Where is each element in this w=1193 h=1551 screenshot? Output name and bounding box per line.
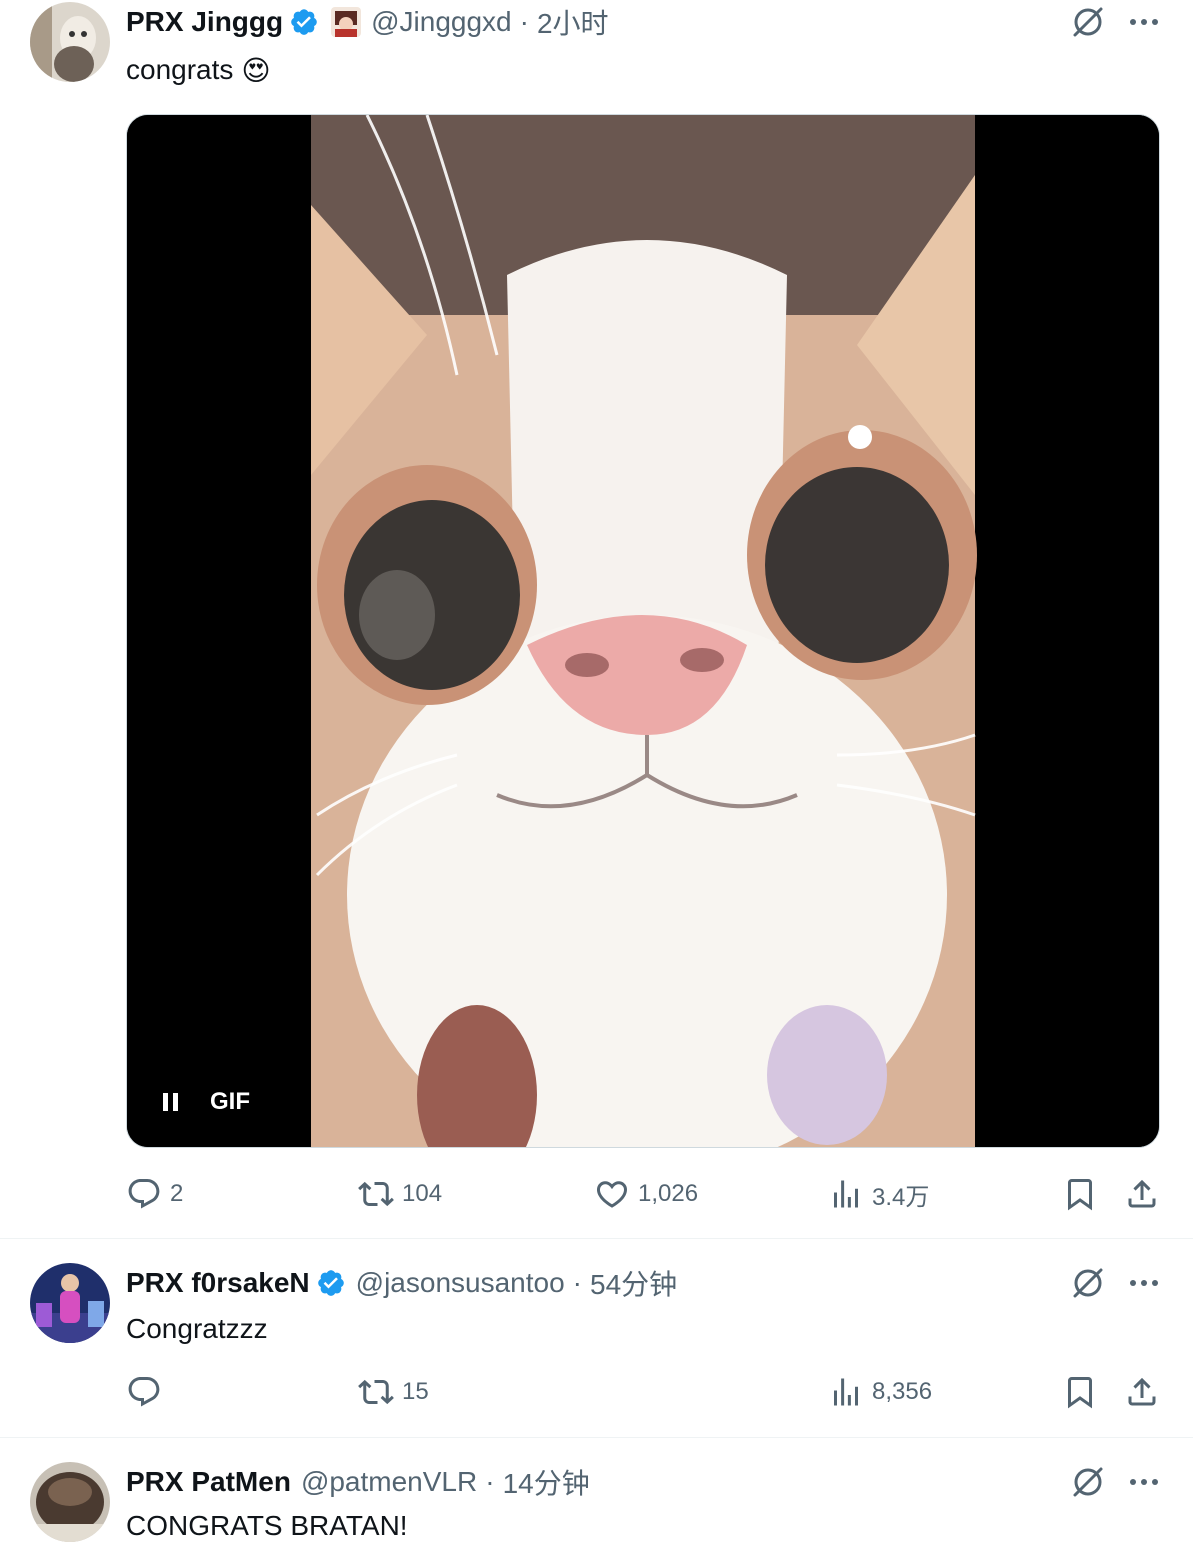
- reply-icon: [128, 1377, 160, 1407]
- share-button[interactable]: [1124, 1172, 1160, 1216]
- like-icon: [596, 1181, 628, 1208]
- timestamp[interactable]: 54分钟: [590, 1263, 677, 1303]
- views-button[interactable]: 8,356: [828, 1370, 932, 1414]
- handle[interactable]: @patmenVLR: [301, 1466, 477, 1498]
- avatar[interactable]: [30, 2, 110, 82]
- tweet-header: PRX Jinggg @Jingggxd · 2小时: [126, 0, 609, 44]
- tweet-header: PRX PatMen @patmenVLR · 14分钟: [126, 1460, 590, 1504]
- retweet-icon: [358, 1379, 394, 1405]
- separator-dot: ·: [485, 1466, 495, 1497]
- share-button[interactable]: [1124, 1370, 1160, 1414]
- handle[interactable]: @Jingggxd: [371, 6, 512, 38]
- retweet-button[interactable]: 15: [358, 1370, 429, 1414]
- tweet-text-content: congrats: [126, 54, 234, 85]
- tweet-actions: 2 104 1,026 3.4万: [0, 1172, 1193, 1216]
- like-count: 1,026: [638, 1180, 699, 1207]
- tweet-text: Congratzzz: [126, 1309, 268, 1349]
- tweet-forsaken[interactable]: PRX f0rsakeN @jasonsusantoo · 54分钟 Congr…: [0, 1239, 1193, 1437]
- reply-button[interactable]: 2: [126, 1172, 183, 1216]
- grok-icon[interactable]: [1068, 1462, 1108, 1502]
- gif-controls: GIF: [160, 1088, 250, 1116]
- verified-badge-icon[interactable]: [316, 1268, 346, 1298]
- retweet-count: 104: [402, 1180, 443, 1207]
- gif-media[interactable]: [126, 114, 1160, 1148]
- tweet-text: congrats 😍: [126, 50, 271, 90]
- display-name[interactable]: PRX Jinggg: [126, 6, 283, 38]
- views-icon: [834, 1378, 858, 1406]
- pause-icon[interactable]: [160, 1091, 182, 1113]
- timestamp[interactable]: 2小时: [537, 2, 609, 42]
- more-icon[interactable]: [1124, 1263, 1164, 1303]
- retweet-button[interactable]: 104: [358, 1172, 442, 1216]
- tweet-header: PRX f0rsakeN @jasonsusantoo · 54分钟: [126, 1261, 677, 1305]
- separator-dot: ·: [572, 1267, 582, 1298]
- share-icon: [1128, 1179, 1156, 1208]
- gif-label: GIF: [210, 1088, 250, 1115]
- display-name[interactable]: PRX PatMen: [126, 1466, 291, 1498]
- views-count: 8,356: [872, 1378, 933, 1405]
- views-icon: [834, 1180, 858, 1208]
- verified-badge-icon[interactable]: [289, 7, 319, 37]
- cat-gif-image: [127, 115, 1159, 1147]
- reply-count: 2: [170, 1180, 184, 1207]
- display-name[interactable]: PRX f0rsakeN: [126, 1267, 310, 1299]
- tweet-actions: 15 8,356: [0, 1370, 1193, 1414]
- like-button[interactable]: 1,026: [594, 1172, 698, 1216]
- timestamp[interactable]: 14分钟: [503, 1462, 590, 1502]
- reply-button[interactable]: [126, 1370, 162, 1414]
- retweet-count: 15: [402, 1378, 429, 1405]
- reply-icon: [128, 1179, 160, 1209]
- more-icon[interactable]: [1124, 1462, 1164, 1502]
- bookmark-icon: [1068, 1179, 1092, 1211]
- tweet-patmen[interactable]: PRX PatMen @patmenVLR · 14分钟 CONGRATS BR…: [0, 1438, 1193, 1551]
- grok-icon[interactable]: [1068, 1263, 1108, 1303]
- tweet-text-content: CONGRATS BRATAN!: [126, 1510, 408, 1541]
- avatar[interactable]: [30, 1462, 110, 1542]
- affiliate-badge-icon[interactable]: [331, 7, 362, 37]
- bookmark-icon: [1068, 1377, 1092, 1409]
- bookmark-button[interactable]: [1062, 1172, 1098, 1216]
- tweet-text: CONGRATS BRATAN!: [126, 1506, 408, 1546]
- avatar[interactable]: [30, 1263, 110, 1343]
- heart-eyes-emoji: 😍: [241, 54, 271, 86]
- views-count: 3.4万: [872, 1183, 930, 1211]
- tweet-text-content: Congratzzz: [126, 1313, 268, 1344]
- grok-icon[interactable]: [1068, 2, 1108, 42]
- more-icon[interactable]: [1124, 2, 1164, 42]
- bookmark-button[interactable]: [1062, 1370, 1098, 1414]
- views-button[interactable]: 3.4万: [828, 1172, 929, 1216]
- retweet-icon: [358, 1181, 394, 1207]
- tweet-jinggg[interactable]: PRX Jinggg @Jingggxd · 2小时 congrats 😍 GI…: [0, 0, 1193, 1238]
- share-icon: [1128, 1377, 1156, 1406]
- handle[interactable]: @jasonsusantoo: [356, 1267, 565, 1299]
- separator-dot: ·: [519, 6, 529, 37]
